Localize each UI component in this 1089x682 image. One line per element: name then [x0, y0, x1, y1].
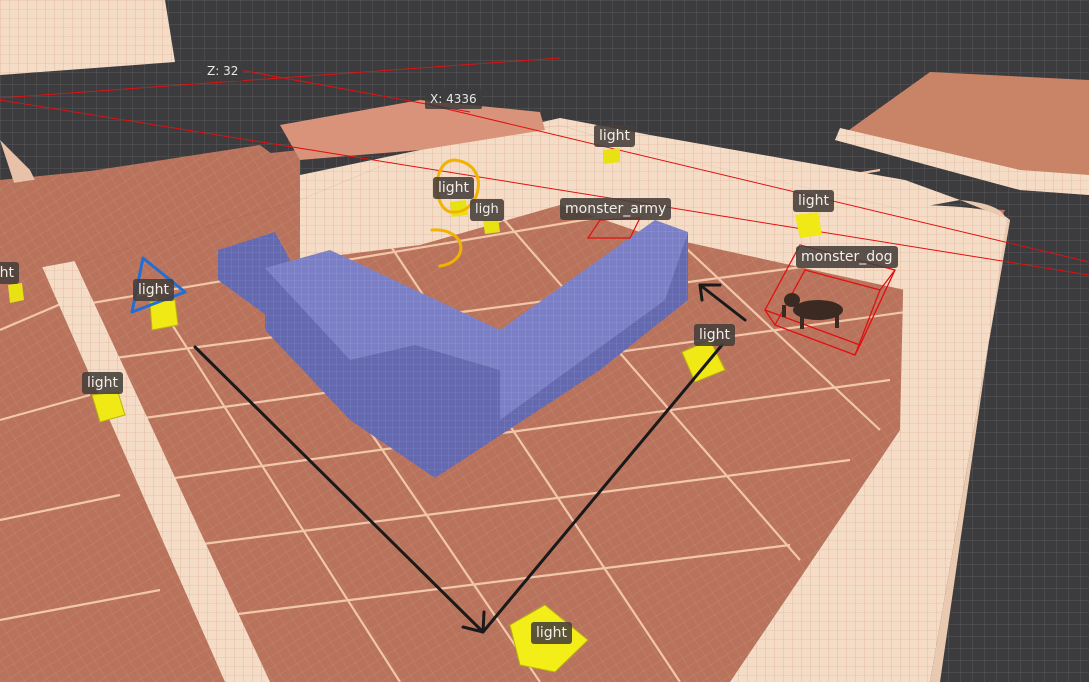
entity-label-light[interactable]: light [793, 190, 835, 212]
entity-label-light[interactable]: light [594, 125, 636, 147]
entity-label-light-partial[interactable]: ligh [470, 199, 504, 221]
entity-label-light[interactable]: light [82, 372, 124, 394]
entity-label-light[interactable]: light [433, 177, 475, 199]
entity-label-monster-army[interactable]: monster_army [560, 198, 672, 220]
entity-label-light[interactable]: light [694, 324, 736, 346]
entity-label-light[interactable]: light [133, 279, 175, 301]
entity-label-light[interactable]: light [531, 622, 573, 644]
z-axis-readout: Z: 32 [202, 61, 244, 81]
platform-top-left [0, 0, 175, 75]
entity-label-monster-dog[interactable]: monster_dog [796, 246, 898, 268]
level-scene[interactable] [0, 0, 1089, 682]
3d-viewport[interactable]: Z: 32 X: 4336 light light light light li… [0, 0, 1089, 682]
entity-label-light-offscreen[interactable]: light [0, 262, 20, 284]
x-axis-readout: X: 4336 [425, 89, 482, 109]
